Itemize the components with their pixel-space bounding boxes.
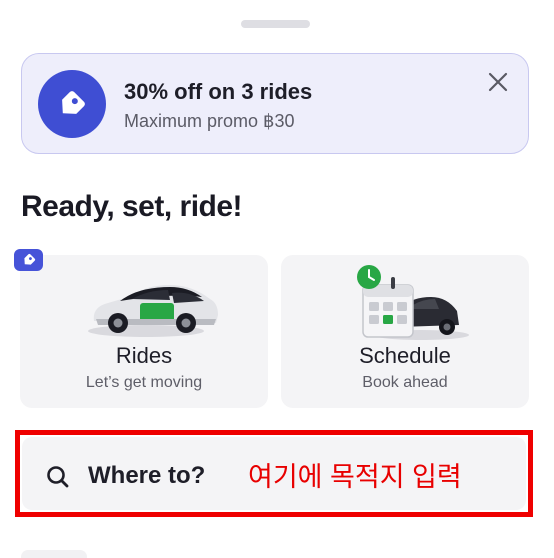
rides-subtitle: Let’s get moving <box>85 374 203 391</box>
search-placeholder: Where to? <box>88 462 206 489</box>
tag-icon <box>38 70 106 138</box>
next-list-item <box>21 550 87 558</box>
promo-tag-icon <box>14 249 43 271</box>
ride-home-sheet: 30% off on 3 rides Maximum promo ฿30 Rea… <box>0 0 554 558</box>
search-icon <box>45 464 71 490</box>
schedule-label: Schedule <box>359 343 451 368</box>
rides-card[interactable]: Rides Let’s get moving <box>20 255 268 408</box>
promo-title: 30% off on 3 rides <box>124 79 313 104</box>
rides-label: Rides <box>115 343 173 368</box>
promo-subtitle: Maximum promo ฿30 <box>124 111 295 131</box>
schedule-subtitle: Book ahead <box>362 374 448 391</box>
calendar-car-icon <box>281 263 529 345</box>
schedule-card[interactable]: Schedule Book ahead <box>281 255 529 408</box>
promo-banner[interactable]: 30% off on 3 rides Maximum promo ฿30 <box>21 53 529 154</box>
close-icon[interactable] <box>485 69 511 95</box>
section-title: Ready, set, ride! <box>21 190 243 223</box>
drag-handle[interactable] <box>241 20 310 28</box>
car-icon <box>20 263 268 345</box>
annotation-text: 여기에 목적지 입력 <box>248 462 462 492</box>
